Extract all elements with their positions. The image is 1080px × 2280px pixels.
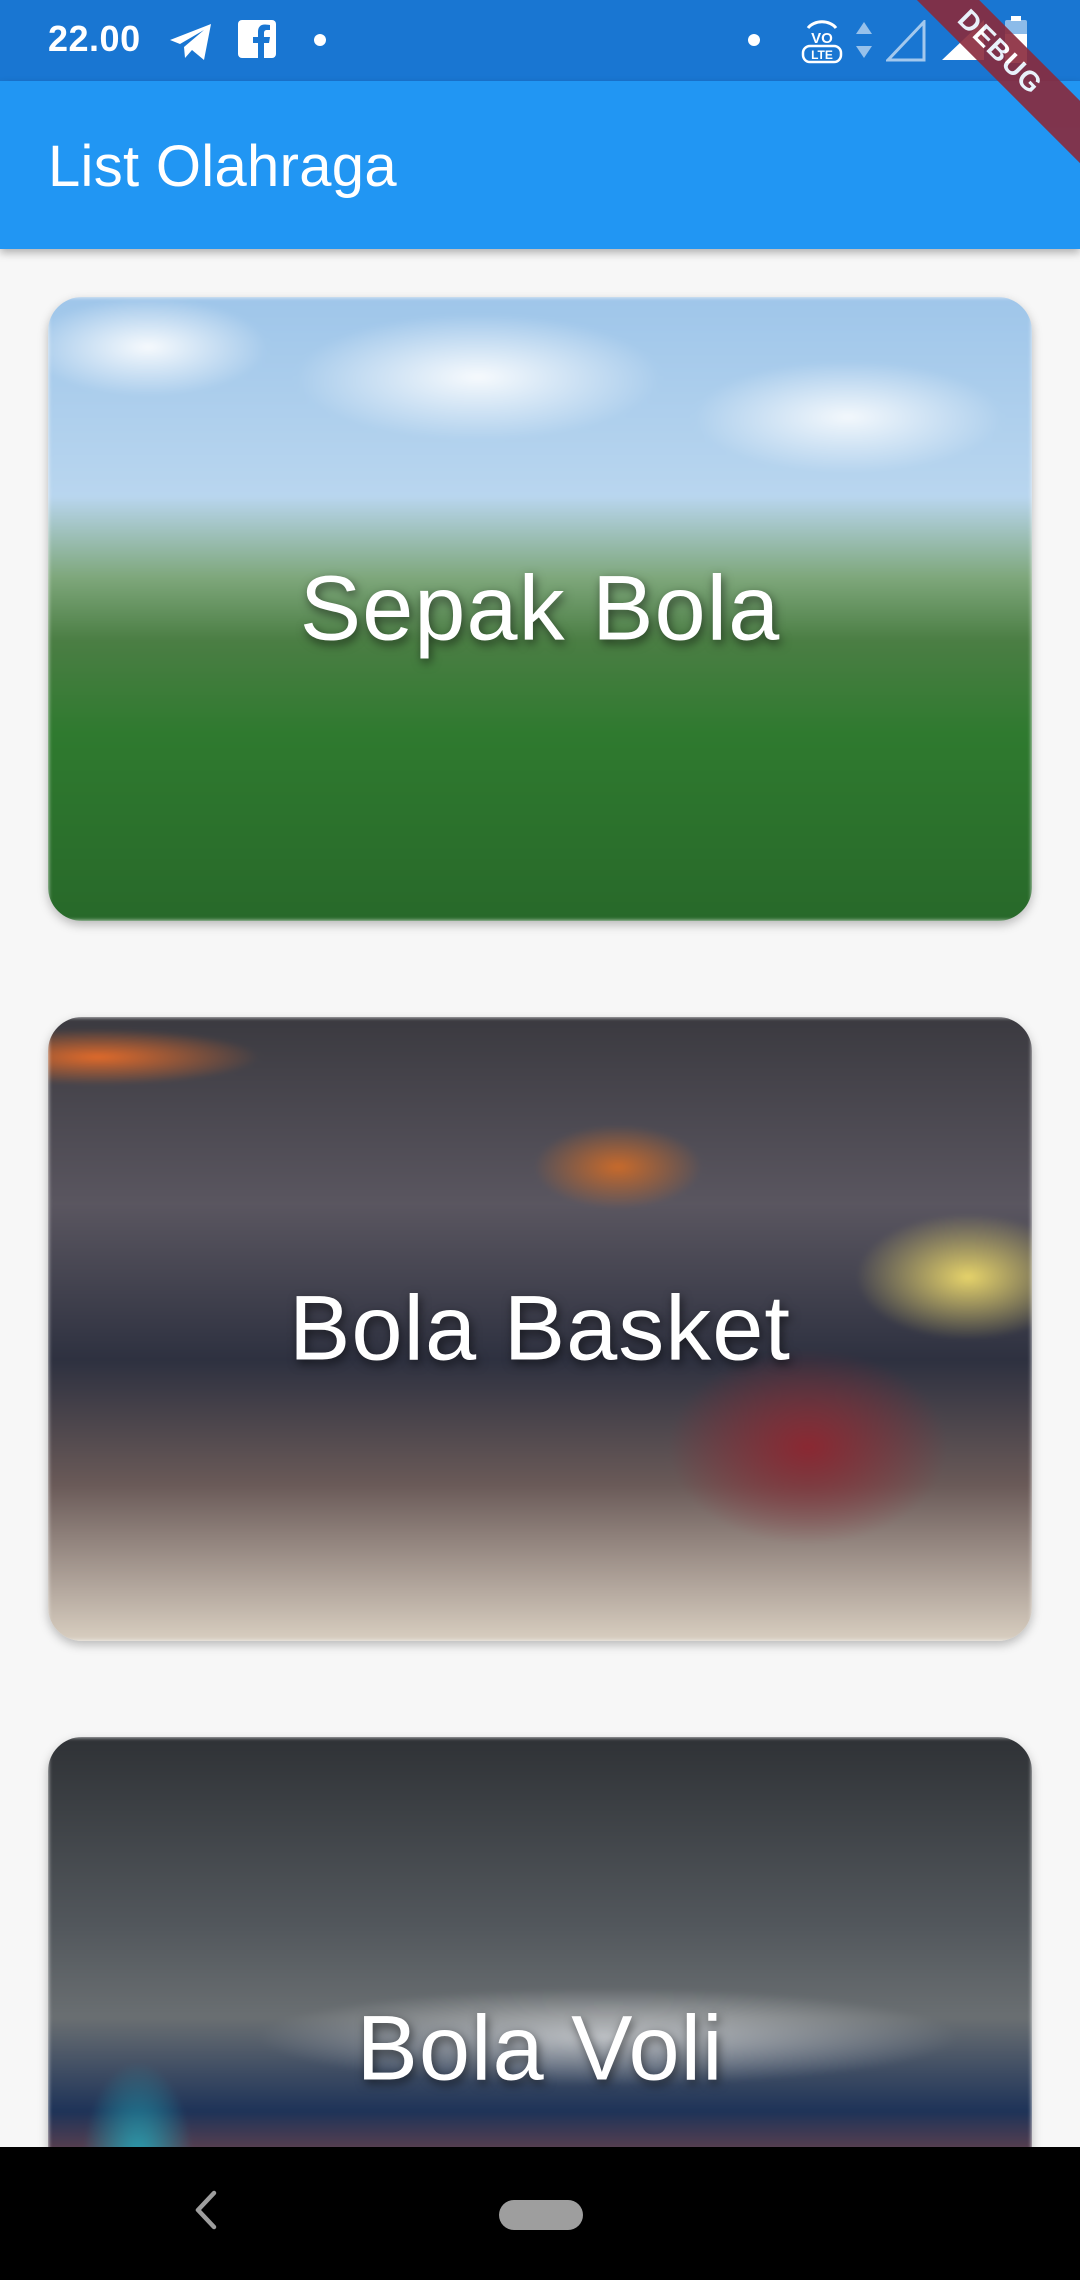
status-bar: 22.00 VO LTE <box>0 0 1080 81</box>
status-time: 22.00 <box>48 18 141 59</box>
svg-text:VO: VO <box>811 30 833 47</box>
sports-list: Sepak Bola Bola Basket Bola Voli <box>0 249 1080 2147</box>
back-chevron-icon[interactable] <box>192 2187 220 2233</box>
sport-card-bola-basket[interactable]: Bola Basket <box>48 1017 1032 1641</box>
sport-card-title: Sepak Bola <box>299 557 781 660</box>
volte-icon: VO LTE <box>801 20 843 64</box>
notification-dot-icon <box>748 34 760 46</box>
svg-text:LTE: LTE <box>811 48 833 62</box>
sport-card-title: Bola Voli <box>356 1997 724 2100</box>
sport-card-bola-voli[interactable]: Bola Voli <box>48 1737 1032 2147</box>
sport-card-title: Bola Basket <box>289 1277 791 1380</box>
page-title: List Olahraga <box>48 134 397 199</box>
home-pill-icon[interactable] <box>499 2200 583 2230</box>
telegram-icon <box>170 24 211 60</box>
facebook-icon <box>238 20 276 58</box>
data-arrows-icon <box>856 22 872 58</box>
app-bar: List Olahraga <box>0 81 1080 249</box>
signal-icon <box>886 20 926 62</box>
sport-card-sepak-bola[interactable]: Sepak Bola <box>48 297 1032 921</box>
screen: 22.00 VO LTE DEBUG List Olahraga Sepak B… <box>0 0 1080 2280</box>
navigation-bar <box>0 2147 1080 2280</box>
notification-dot-icon <box>314 34 326 46</box>
